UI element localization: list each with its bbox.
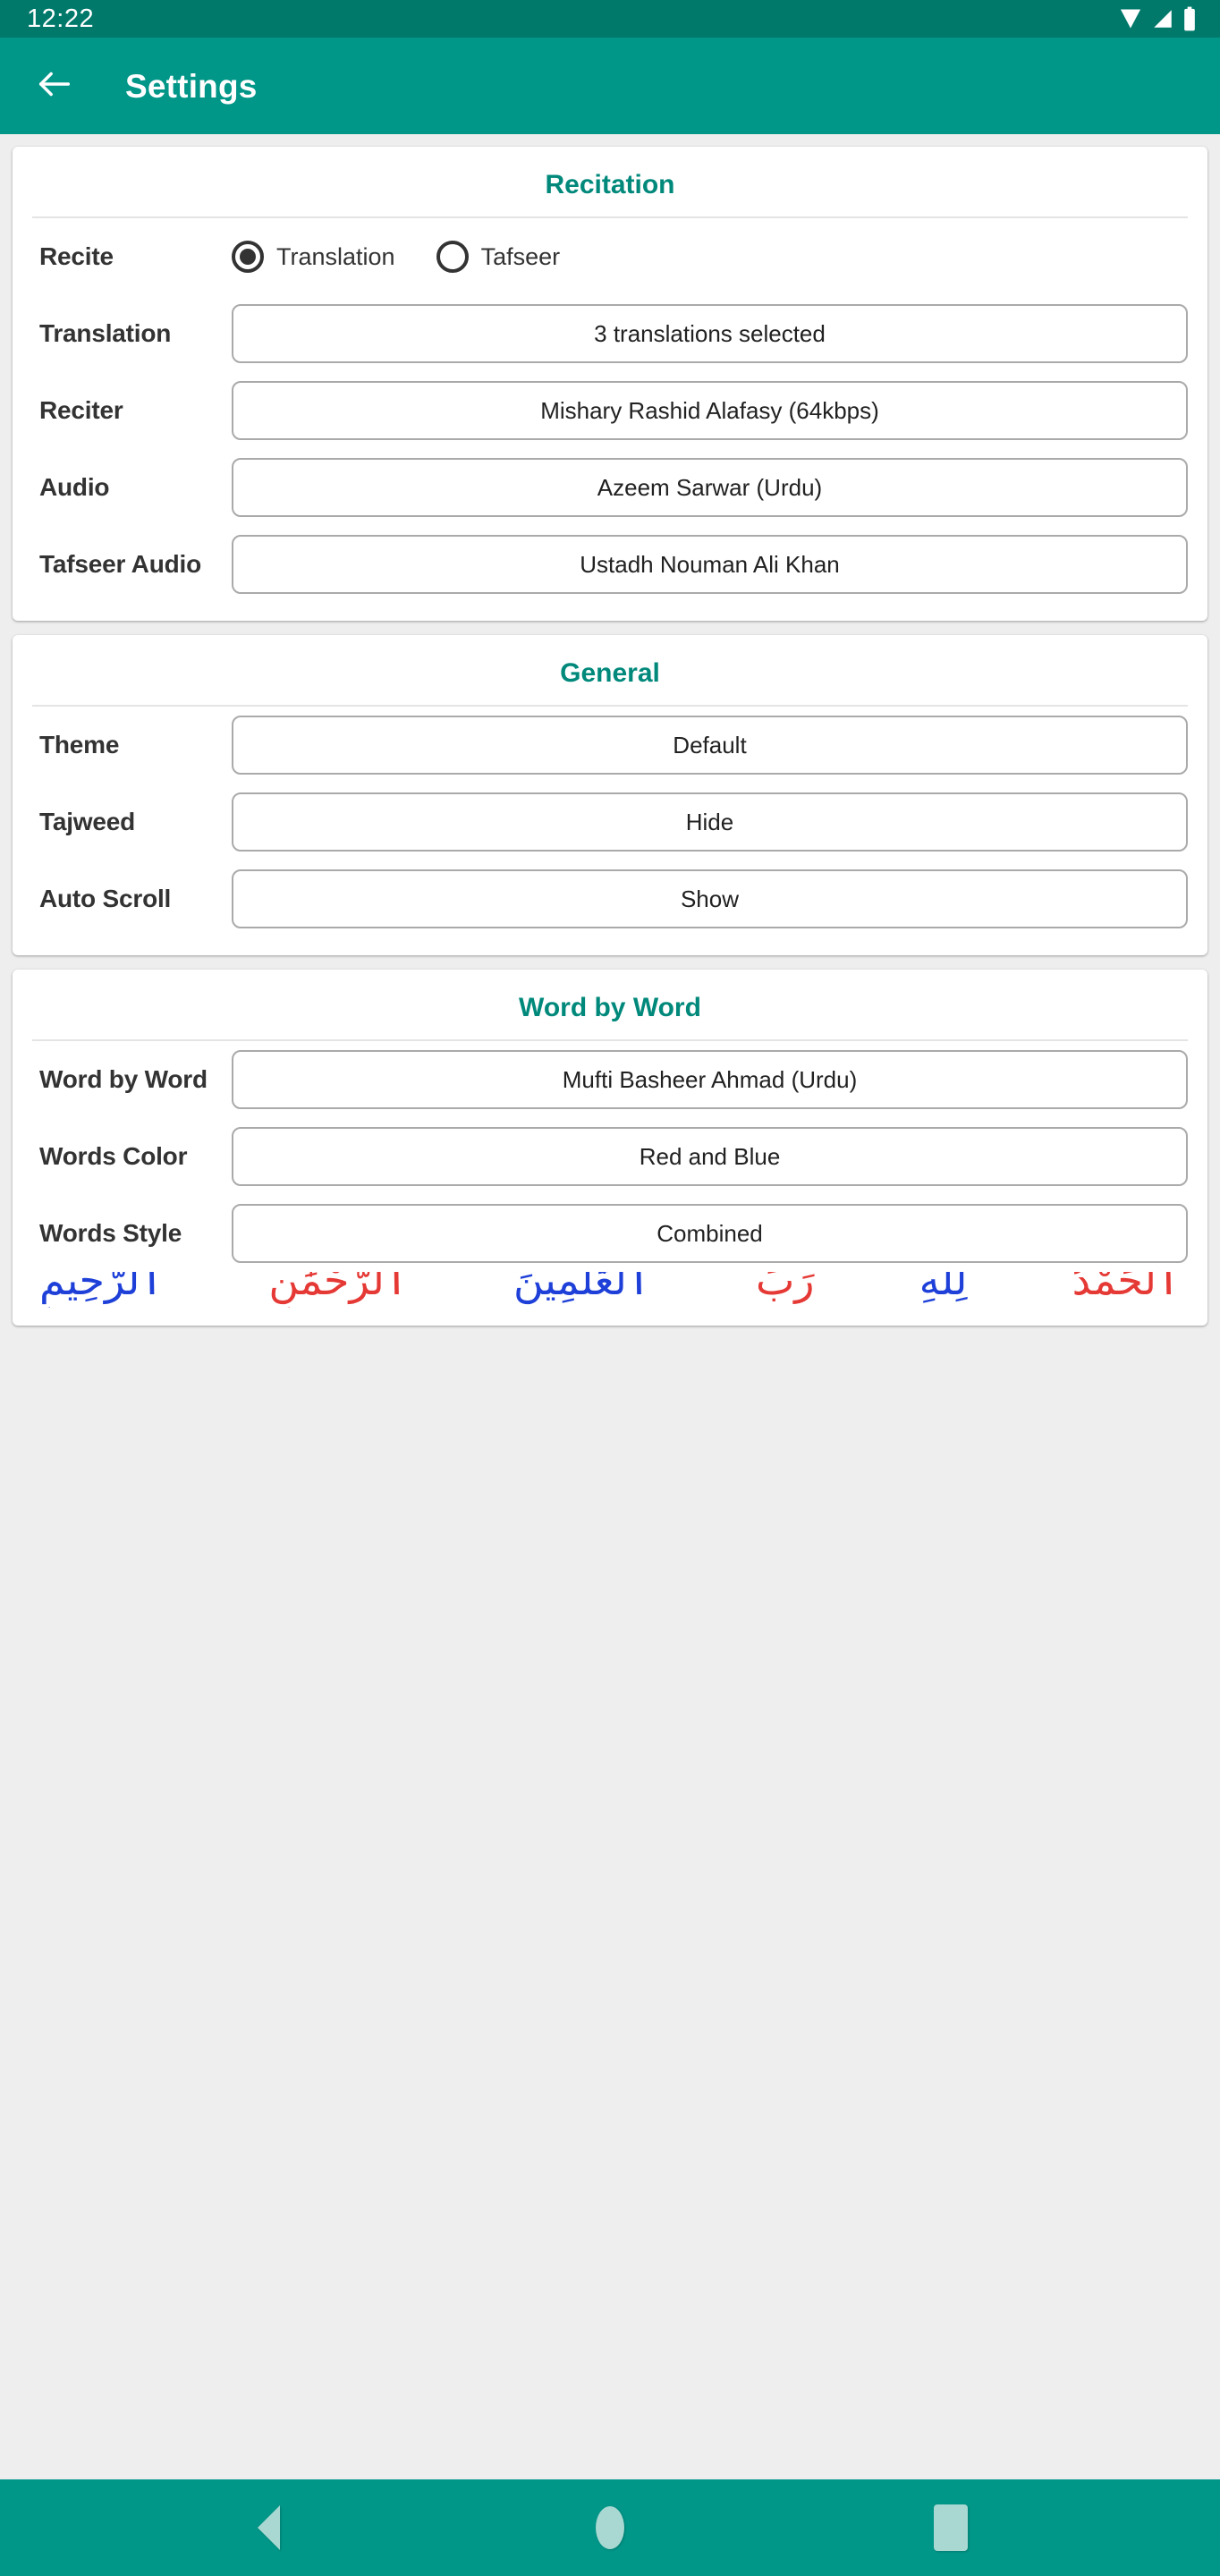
- setting-label-words-color: Words Color: [39, 1141, 188, 1170]
- setting-control-recite: Translation Tafseer: [232, 241, 1188, 273]
- setting-row-translation: Translation 3 translations selected: [13, 295, 1207, 372]
- radio-unselected-icon: [436, 241, 469, 273]
- preview-word: ٱلرَّحْمَٰنِ: [268, 1272, 409, 1304]
- setting-row-recite: Recite Translation Tafseer: [13, 218, 1207, 295]
- preview-word: ٱلْعَٰلَمِينَ: [513, 1272, 651, 1304]
- card-word-by-word: Word by Word Word by Word Mufti Basheer …: [13, 970, 1207, 1326]
- setting-row-audio: Audio Azeem Sarwar (Urdu): [13, 449, 1207, 526]
- preview-word: ٱلرَّحِيمِ: [39, 1272, 165, 1304]
- setting-row-word-by-word: Word by Word Mufti Basheer Ahmad (Urdu): [13, 1041, 1207, 1118]
- radio-label-translation: Translation: [276, 242, 395, 270]
- setting-label-translation: Translation: [39, 318, 172, 347]
- setting-control-word-by-word: Mufti Basheer Ahmad (Urdu): [232, 1050, 1188, 1109]
- section-title-recitation: Recitation: [545, 170, 675, 199]
- setting-control-words-color: Red and Blue: [232, 1127, 1188, 1186]
- back-button[interactable]: [27, 58, 82, 114]
- setting-label-word-by-word: Word by Word: [39, 1064, 208, 1093]
- settings-screen: 12:22 Settings Recitation Recite Transla…: [0, 0, 1220, 2576]
- setting-control-auto-scroll: Show: [232, 869, 1188, 928]
- recents-square-icon: [934, 2504, 969, 2551]
- wifi-icon: [1118, 6, 1143, 31]
- value-button-words-color[interactable]: Red and Blue: [232, 1127, 1188, 1186]
- signal-icon: [1151, 7, 1174, 30]
- setting-control-theme: Default: [232, 716, 1188, 775]
- value-button-tafseer-audio[interactable]: Ustadh Nouman Ali Khan: [232, 535, 1188, 594]
- value-button-reciter[interactable]: Mishary Rashid Alafasy (64kbps): [232, 381, 1188, 440]
- setting-control-translation: 3 translations selected: [232, 304, 1188, 363]
- battery-icon: [1182, 6, 1197, 31]
- setting-label-recite: Recite: [39, 242, 114, 270]
- card-recitation: Recitation Recite Translation Tafseer Tr…: [13, 147, 1207, 621]
- setting-row-reciter: Reciter Mishary Rashid Alafasy (64kbps): [13, 372, 1207, 449]
- setting-label-audio: Audio: [39, 472, 110, 501]
- setting-row-tajweed: Tajweed Hide: [13, 784, 1207, 860]
- status-bar: 12:22: [0, 0, 1220, 38]
- radio-label-tafseer: Tafseer: [480, 242, 561, 270]
- arrow-left-icon: [34, 64, 75, 109]
- setting-label-auto-scroll: Auto Scroll: [39, 884, 172, 912]
- nav-home-button[interactable]: [570, 2487, 650, 2568]
- section-title-word-by-word: Word by Word: [519, 993, 701, 1022]
- setting-row-words-style: Words Style Combined: [13, 1195, 1207, 1272]
- section-title-general: General: [560, 658, 660, 688]
- setting-control-audio: Azeem Sarwar (Urdu): [232, 458, 1188, 517]
- value-button-audio[interactable]: Azeem Sarwar (Urdu): [232, 458, 1188, 517]
- preview-word: رَبِّ: [755, 1272, 815, 1304]
- setting-row-auto-scroll: Auto Scroll Show: [13, 860, 1207, 937]
- app-bar: Settings: [0, 38, 1220, 134]
- value-button-translation[interactable]: 3 translations selected: [232, 304, 1188, 363]
- setting-row-theme: Theme Default: [13, 707, 1207, 784]
- status-time: 12:22: [27, 4, 95, 33]
- setting-label-tajweed: Tajweed: [39, 807, 136, 835]
- card-general: General Theme Default Tajweed Hide Auto …: [13, 635, 1207, 955]
- setting-control-reciter: Mishary Rashid Alafasy (64kbps): [232, 381, 1188, 440]
- settings-scroll-area[interactable]: Recitation Recite Translation Tafseer Tr…: [0, 134, 1220, 2479]
- setting-row-tafseer-audio: Tafseer Audio Ustadh Nouman Ali Khan: [13, 526, 1207, 603]
- nav-back-button[interactable]: [229, 2487, 309, 2568]
- value-button-word-by-word[interactable]: Mufti Basheer Ahmad (Urdu): [232, 1050, 1188, 1109]
- setting-label-reciter: Reciter: [39, 395, 123, 424]
- preview-word: لِلَّهِ: [919, 1272, 968, 1304]
- system-navigation-bar: [0, 2479, 1220, 2576]
- word-by-word-preview: ٱلْحَمْدُ لِلَّهِ رَبِّ ٱلْعَٰلَمِينَ ٱل…: [13, 1272, 1207, 1308]
- setting-label-theme: Theme: [39, 730, 120, 758]
- value-button-theme[interactable]: Default: [232, 716, 1188, 775]
- setting-control-tajweed: Hide: [232, 792, 1188, 852]
- radio-option-tafseer[interactable]: Tafseer: [436, 241, 561, 273]
- value-button-auto-scroll[interactable]: Show: [232, 869, 1188, 928]
- radio-option-translation[interactable]: Translation: [232, 241, 395, 273]
- status-icon-group: [1118, 6, 1197, 31]
- radio-selected-icon: [232, 241, 264, 273]
- preview-arabic-line: ٱلْحَمْدُ لِلَّهِ رَبِّ ٱلْعَٰلَمِينَ ٱل…: [39, 1272, 1181, 1301]
- setting-row-words-color: Words Color Red and Blue: [13, 1118, 1207, 1195]
- setting-label-tafseer-audio: Tafseer Audio: [39, 549, 201, 578]
- preview-word: ٱلْحَمْدُ: [1072, 1272, 1181, 1304]
- value-button-tajweed[interactable]: Hide: [232, 792, 1188, 852]
- nav-recents-button[interactable]: [911, 2487, 991, 2568]
- setting-control-tafseer-audio: Ustadh Nouman Ali Khan: [232, 535, 1188, 594]
- radio-group-recite: Translation Tafseer: [232, 241, 1188, 273]
- page-title: Settings: [125, 67, 258, 105]
- home-circle-icon: [595, 2506, 624, 2549]
- value-button-words-style[interactable]: Combined: [232, 1204, 1188, 1263]
- back-triangle-icon: [258, 2505, 281, 2550]
- setting-control-words-style: Combined: [232, 1204, 1188, 1263]
- setting-label-words-style: Words Style: [39, 1218, 182, 1247]
